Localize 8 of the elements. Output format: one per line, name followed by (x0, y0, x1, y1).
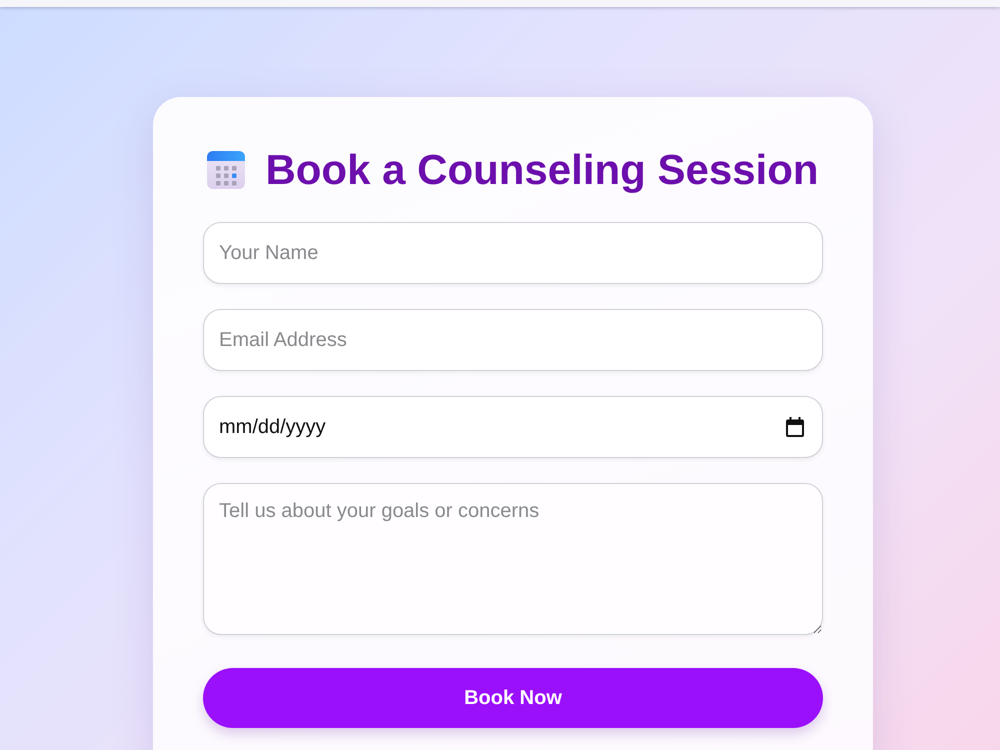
message-field[interactable]: Tell us about your goals or concerns (203, 483, 823, 635)
name-field[interactable]: Your Name (203, 222, 823, 284)
form-title: Book a Counseling Session (265, 146, 819, 194)
email-field[interactable]: Email Address (203, 309, 823, 371)
date-field[interactable]: mm/dd/yyyy (203, 396, 823, 458)
calendar-icon[interactable] (786, 417, 804, 437)
book-now-button[interactable]: Book Now (203, 668, 823, 728)
calendar-icon (207, 151, 246, 189)
